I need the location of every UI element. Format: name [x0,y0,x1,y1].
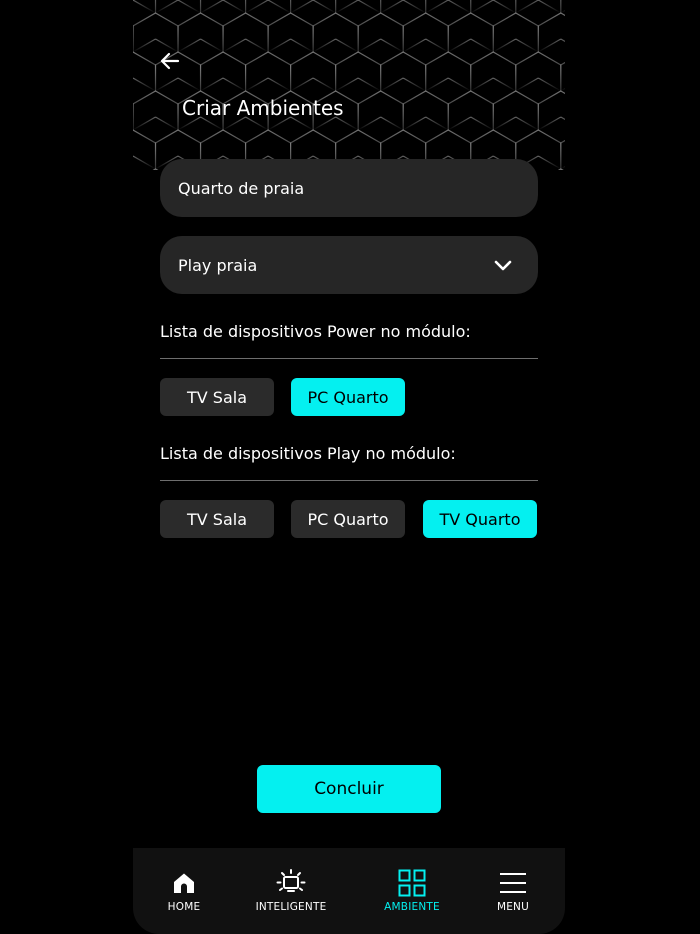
power-device-chip-selected[interactable]: PC Quarto [291,378,405,416]
arrow-left-icon [160,52,180,70]
nav-label-menu: MENU [496,901,530,913]
bottom-navigation: HOME INTELIGENTE AMBIENTE MENU [133,848,565,934]
module-select-value: Play praia [178,255,258,275]
nav-item-inteligente[interactable]: INTELIGENTE [251,848,331,934]
play-device-chip[interactable]: PC Quarto [291,500,405,538]
chevron-down-icon[interactable] [492,254,514,276]
nav-item-ambiente[interactable]: AMBIENTE [377,848,447,934]
power-divider [160,358,538,359]
module-select[interactable]: Play praia [160,236,538,294]
nav-label-ambiente: AMBIENTE [384,901,440,913]
play-device-chip-selected[interactable]: TV Quarto [423,500,537,538]
page-title: Criar Ambientes [182,96,344,120]
nav-item-home[interactable]: HOME [154,848,214,934]
play-divider [160,480,538,481]
app-screen: Criar Ambientes Play praia Lista de disp… [133,0,565,934]
power-device-chip[interactable]: TV Sala [160,378,274,416]
environment-name-field[interactable] [160,159,538,217]
power-devices-label: Lista de dispositivos Power no módulo: [160,322,471,341]
home-icon [174,873,194,893]
play-device-chip[interactable]: TV Sala [160,500,274,538]
play-devices-label: Lista de dispositivos Play no módulo: [160,444,456,463]
smart-tv-icon [276,869,306,892]
nav-label-inteligente: INTELIGENTE [255,901,327,913]
nav-item-menu[interactable]: MENU [483,848,543,934]
grid-icon [398,869,426,897]
nav-label-home: HOME [167,901,201,913]
menu-icon [500,873,526,893]
environment-name-input[interactable] [178,178,538,198]
conclude-button[interactable]: Concluir [257,765,441,813]
back-button[interactable] [155,46,185,76]
hexagon-pattern-background [133,0,565,170]
